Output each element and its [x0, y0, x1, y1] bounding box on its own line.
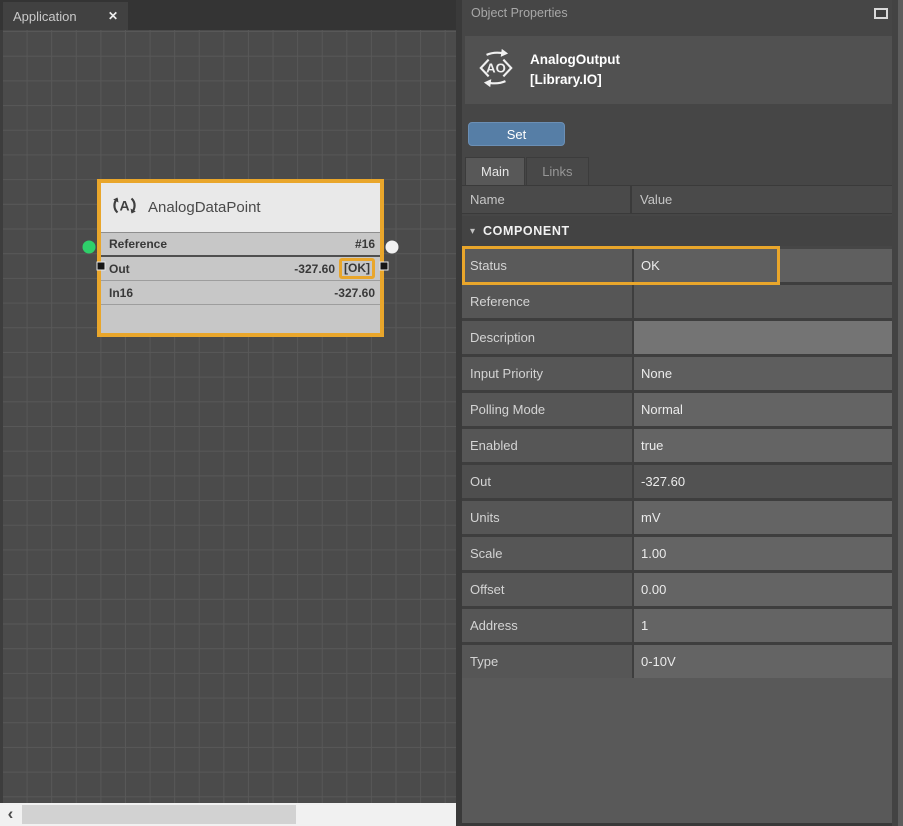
scrollbar-thumb[interactable] — [22, 805, 296, 824]
property-name: Input Priority — [462, 357, 632, 390]
object-library: [Library.IO] — [530, 70, 620, 90]
output-port-white[interactable] — [386, 241, 399, 254]
property-rows: StatusOKReferenceDescriptionInput Priori… — [462, 249, 892, 678]
application-window: Application ✕ A An — [0, 0, 903, 826]
property-row-out[interactable]: Out-327.60 — [462, 465, 892, 498]
block-title: AnalogDataPoint — [148, 199, 261, 216]
property-name: Out — [462, 465, 632, 498]
tab-links[interactable]: Links — [526, 157, 588, 185]
tab-main[interactable]: Main — [465, 157, 525, 185]
property-name: Status — [462, 249, 632, 282]
property-name: Units — [462, 501, 632, 534]
section-label: COMPONENT — [483, 224, 570, 238]
column-header-name: Name — [462, 186, 632, 213]
input-port-green[interactable] — [83, 241, 96, 254]
set-button[interactable]: Set — [468, 122, 565, 146]
right-connection-pin[interactable] — [380, 262, 389, 271]
collapse-triangle-icon: ▾ — [470, 226, 475, 237]
document-tabbar: Application ✕ — [0, 0, 456, 30]
tab-application[interactable]: Application ✕ — [3, 2, 128, 30]
table-header: Name Value — [462, 185, 892, 214]
block-row-label: Out — [109, 262, 130, 276]
property-row-units[interactable]: UnitsmV — [462, 501, 892, 534]
property-row-reference[interactable]: Reference — [462, 285, 892, 318]
analog-cycle-icon: A — [111, 192, 138, 224]
panel-empty-area — [462, 678, 892, 823]
property-row-enabled[interactable]: Enabledtrue — [462, 429, 892, 462]
property-value[interactable]: mV — [634, 501, 892, 534]
block-row-label: Reference — [109, 237, 167, 251]
block-row-value: -327.60 — [294, 262, 335, 276]
horizontal-scrollbar[interactable]: ‹ — [0, 803, 456, 826]
property-value[interactable]: 1.00 — [634, 537, 892, 570]
svg-text:AO: AO — [486, 60, 506, 75]
canvas-left-edge — [0, 30, 3, 803]
block-row-reference[interactable]: Reference #16 — [101, 233, 380, 257]
section-component[interactable]: ▾ COMPONENT — [462, 216, 892, 246]
property-row-polling-mode[interactable]: Polling ModeNormal — [462, 393, 892, 426]
analog-datapoint-block[interactable]: A AnalogDataPoint Reference #16 Out -327.60… — [97, 179, 384, 337]
property-row-type[interactable]: Type0-10V — [462, 645, 892, 678]
property-value[interactable] — [634, 285, 892, 318]
property-value[interactable]: Normal — [634, 393, 892, 426]
window-restore-icon[interactable] — [874, 8, 888, 19]
wiresheet-pane: Application ✕ A An — [0, 0, 456, 826]
block-row-value: #16 — [355, 237, 375, 251]
panel-title: Object Properties — [471, 6, 568, 20]
tab-application-label: Application — [13, 9, 77, 24]
property-row-scale[interactable]: Scale1.00 — [462, 537, 892, 570]
property-value[interactable]: OK — [634, 249, 892, 282]
property-row-description[interactable]: Description — [462, 321, 892, 354]
column-header-value: Value — [632, 186, 892, 213]
status-ok-badge: [OK] — [339, 258, 375, 279]
scroll-left-icon[interactable]: ‹ — [0, 803, 21, 826]
block-rows: Reference #16 Out -327.60 [OK] In16 -327.60 — [101, 233, 380, 305]
property-value[interactable]: true — [634, 429, 892, 462]
property-value[interactable] — [634, 321, 892, 354]
property-row-input-priority[interactable]: Input PriorityNone — [462, 357, 892, 390]
wiresheet-canvas[interactable]: A AnalogDataPoint Reference #16 Out -327.60… — [0, 30, 456, 803]
block-row-in16[interactable]: In16 -327.60 — [101, 281, 380, 305]
property-name: Enabled — [462, 429, 632, 462]
property-row-address[interactable]: Address1 — [462, 609, 892, 642]
property-name: Offset — [462, 573, 632, 606]
property-value[interactable]: 1 — [634, 609, 892, 642]
block-row-out[interactable]: Out -327.60 [OK] — [101, 257, 380, 281]
object-header-card: AO AnalogOutput [Library.IO] — [465, 36, 892, 104]
block-header: A AnalogDataPoint — [101, 183, 380, 233]
property-name: Description — [462, 321, 632, 354]
property-name: Reference — [462, 285, 632, 318]
close-icon[interactable]: ✕ — [108, 9, 118, 23]
left-connection-pin[interactable] — [97, 262, 106, 271]
property-value[interactable]: 0.00 — [634, 573, 892, 606]
object-name: AnalogOutput — [530, 50, 620, 70]
property-row-status[interactable]: StatusOK — [462, 249, 892, 282]
property-name: Polling Mode — [462, 393, 632, 426]
property-row-offset[interactable]: Offset0.00 — [462, 573, 892, 606]
property-value[interactable]: None — [634, 357, 892, 390]
block-row-value: -327.60 — [334, 286, 375, 300]
analog-output-icon: AO — [475, 47, 517, 94]
property-name: Type — [462, 645, 632, 678]
svg-text:A: A — [119, 197, 129, 213]
property-value[interactable]: 0-10V — [634, 645, 892, 678]
property-name: Address — [462, 609, 632, 642]
object-properties-panel: Object Properties AO AnalogOutput [Libra… — [462, 0, 903, 826]
property-value[interactable]: -327.60 — [634, 465, 892, 498]
property-name: Scale — [462, 537, 632, 570]
panel-tabs: Main Links — [465, 157, 589, 185]
window-right-border — [898, 0, 903, 826]
block-row-label: In16 — [109, 286, 133, 300]
